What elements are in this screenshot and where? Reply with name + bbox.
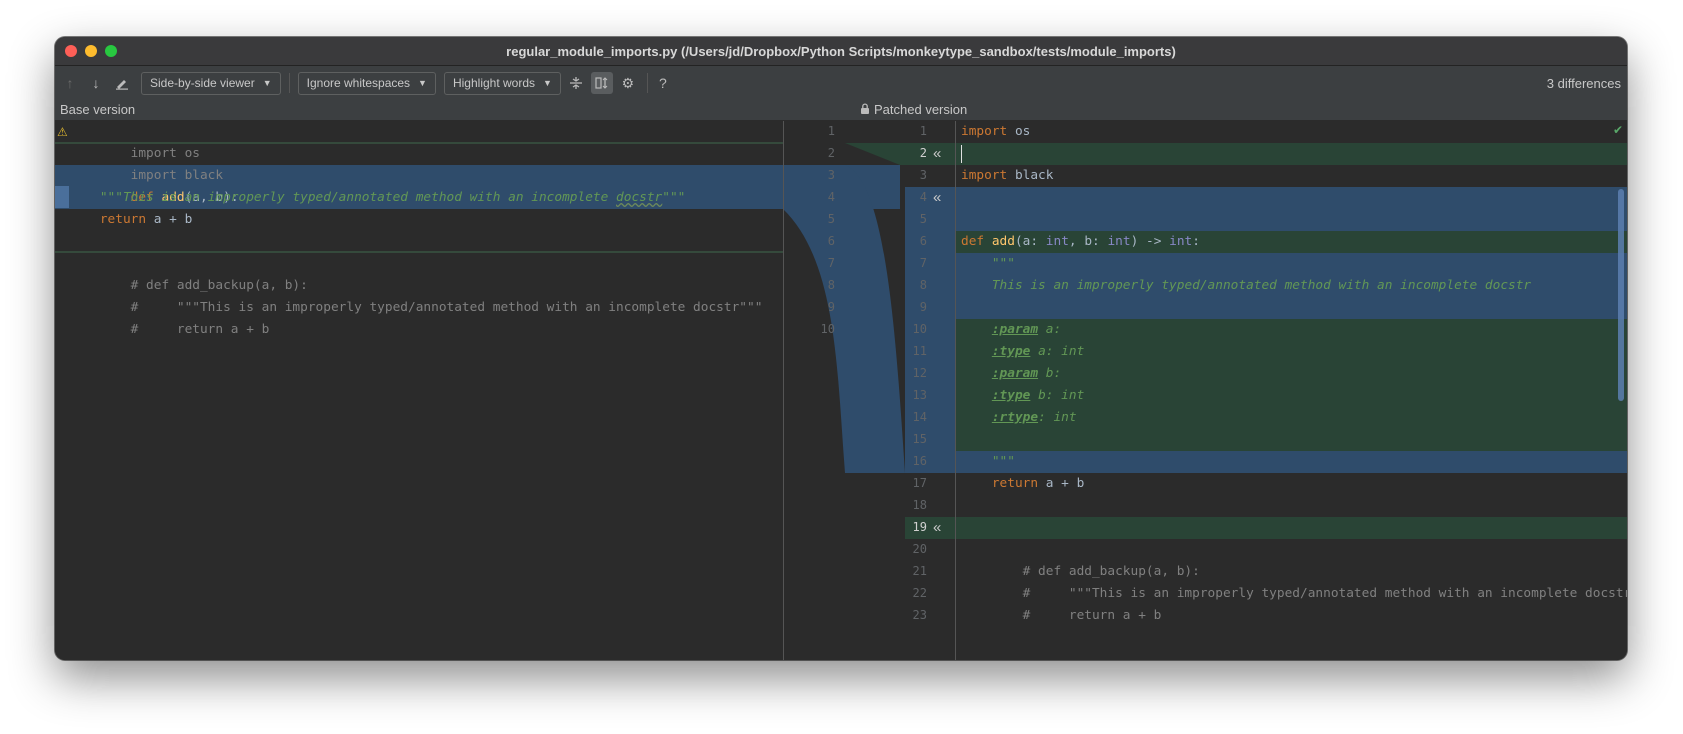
gutter-divider <box>955 121 956 660</box>
toolbar-divider <box>288 73 290 93</box>
patched-line-22: # return a + b <box>1022 608 1162 623</box>
patched-line-3: import black <box>961 168 1054 183</box>
next-difference-icon[interactable]: ↓ <box>85 72 107 94</box>
help-button[interactable]: ? <box>652 72 674 94</box>
check-icon: ✔ <box>1612 123 1623 137</box>
base-line-3: def add(a, b): <box>130 190 239 205</box>
patched-line-6: def add(a: int, b: int) -> int: <box>961 234 1200 249</box>
patched-version-label: Patched version <box>874 102 968 117</box>
base-line-7: # def add_backup(a, b): <box>130 278 308 293</box>
window-controls <box>65 45 117 57</box>
diff-window: regular_module_imports.py (/Users/jd/Dro… <box>55 37 1627 660</box>
gear-icon[interactable]: ⚙ <box>617 72 639 94</box>
patched-line-16: """ <box>991 454 1015 469</box>
collapse-unchanged-icon[interactable] <box>565 72 587 94</box>
differences-count: 3 differences <box>1546 75 1621 91</box>
apply-change-icon[interactable]: « <box>933 517 941 539</box>
apply-change-icon[interactable]: « <box>933 187 941 209</box>
base-line-8: # """This is an improperly typed/annotat… <box>130 300 763 315</box>
chevron-down-icon: ▼ <box>418 78 427 88</box>
edit-source-icon[interactable] <box>111 72 133 94</box>
patched-line-13: :type b: int <box>991 388 1085 403</box>
patched-line-1: import os <box>961 124 1031 139</box>
base-version-pane[interactable]: import os ⚠ import black def add(a, b): … <box>55 121 783 660</box>
apply-change-icon[interactable]: « <box>933 143 941 165</box>
base-line-9: # return a + b <box>130 322 270 337</box>
lock-icon <box>860 102 870 117</box>
patched-line-8: This is an improperly typed/annotated me… <box>991 278 1532 293</box>
base-line-5: return a + b <box>99 212 193 227</box>
highlight-mode-label: Highlight words <box>452 76 536 90</box>
chevron-down-icon: ▼ <box>543 78 552 88</box>
patched-line-17: return a + b <box>991 476 1085 491</box>
synchronize-scrolling-icon[interactable] <box>590 72 613 94</box>
patched-line-7: """ <box>991 256 1015 271</box>
warning-icon[interactable]: ⚠ <box>57 125 68 139</box>
chevron-down-icon: ▼ <box>262 78 272 88</box>
title-bar: regular_module_imports.py (/Users/jd/Dro… <box>55 37 1627 66</box>
previous-difference-icon[interactable]: ↑ <box>59 72 81 94</box>
pane-headers: Base version Patched version <box>55 100 1627 120</box>
patched-line-21: # """This is an improperly typed/annotat… <box>1022 586 1627 601</box>
patched-line-10: :param a: <box>991 322 1062 337</box>
whitespace-mode-select[interactable]: Ignore whitespaces ▼ <box>297 71 436 95</box>
base-line-2: import black <box>130 168 224 183</box>
minimize-window-button[interactable] <box>85 45 97 57</box>
patched-line-11: :type a: int <box>991 344 1085 359</box>
text-cursor <box>961 145 962 163</box>
base-version-label: Base version <box>60 102 136 117</box>
patched-line-12: :param b: <box>991 366 1062 381</box>
close-window-button[interactable] <box>65 45 77 57</box>
diff-editor[interactable]: import os ⚠ import black def add(a, b): … <box>55 121 1627 660</box>
patched-version-header: Patched version <box>860 102 967 117</box>
window-title: regular_module_imports.py (/Users/jd/Dro… <box>506 43 1176 59</box>
patched-line-20: # def add_backup(a, b): <box>1022 564 1200 579</box>
whitespace-mode-label: Ignore whitespaces <box>306 76 411 90</box>
toolbar-divider <box>646 73 648 93</box>
viewer-mode-select[interactable]: Side-by-side viewer ▼ <box>141 71 281 95</box>
patched-line-14: :rtype: int <box>991 410 1077 425</box>
base-line-1: import os <box>130 146 200 161</box>
base-line-4: """This is an improperly typed/annotated… <box>99 190 686 205</box>
vertical-scrollbar[interactable] <box>1618 189 1624 401</box>
diff-toolbar: ↑ ↓ Side-by-side viewer ▼ Ignore whitesp… <box>55 66 1627 100</box>
pane-divider[interactable] <box>783 121 784 660</box>
zoom-window-button[interactable] <box>105 45 117 57</box>
viewer-mode-label: Side-by-side viewer <box>150 76 255 90</box>
highlight-mode-select[interactable]: Highlight words ▼ <box>443 71 561 95</box>
